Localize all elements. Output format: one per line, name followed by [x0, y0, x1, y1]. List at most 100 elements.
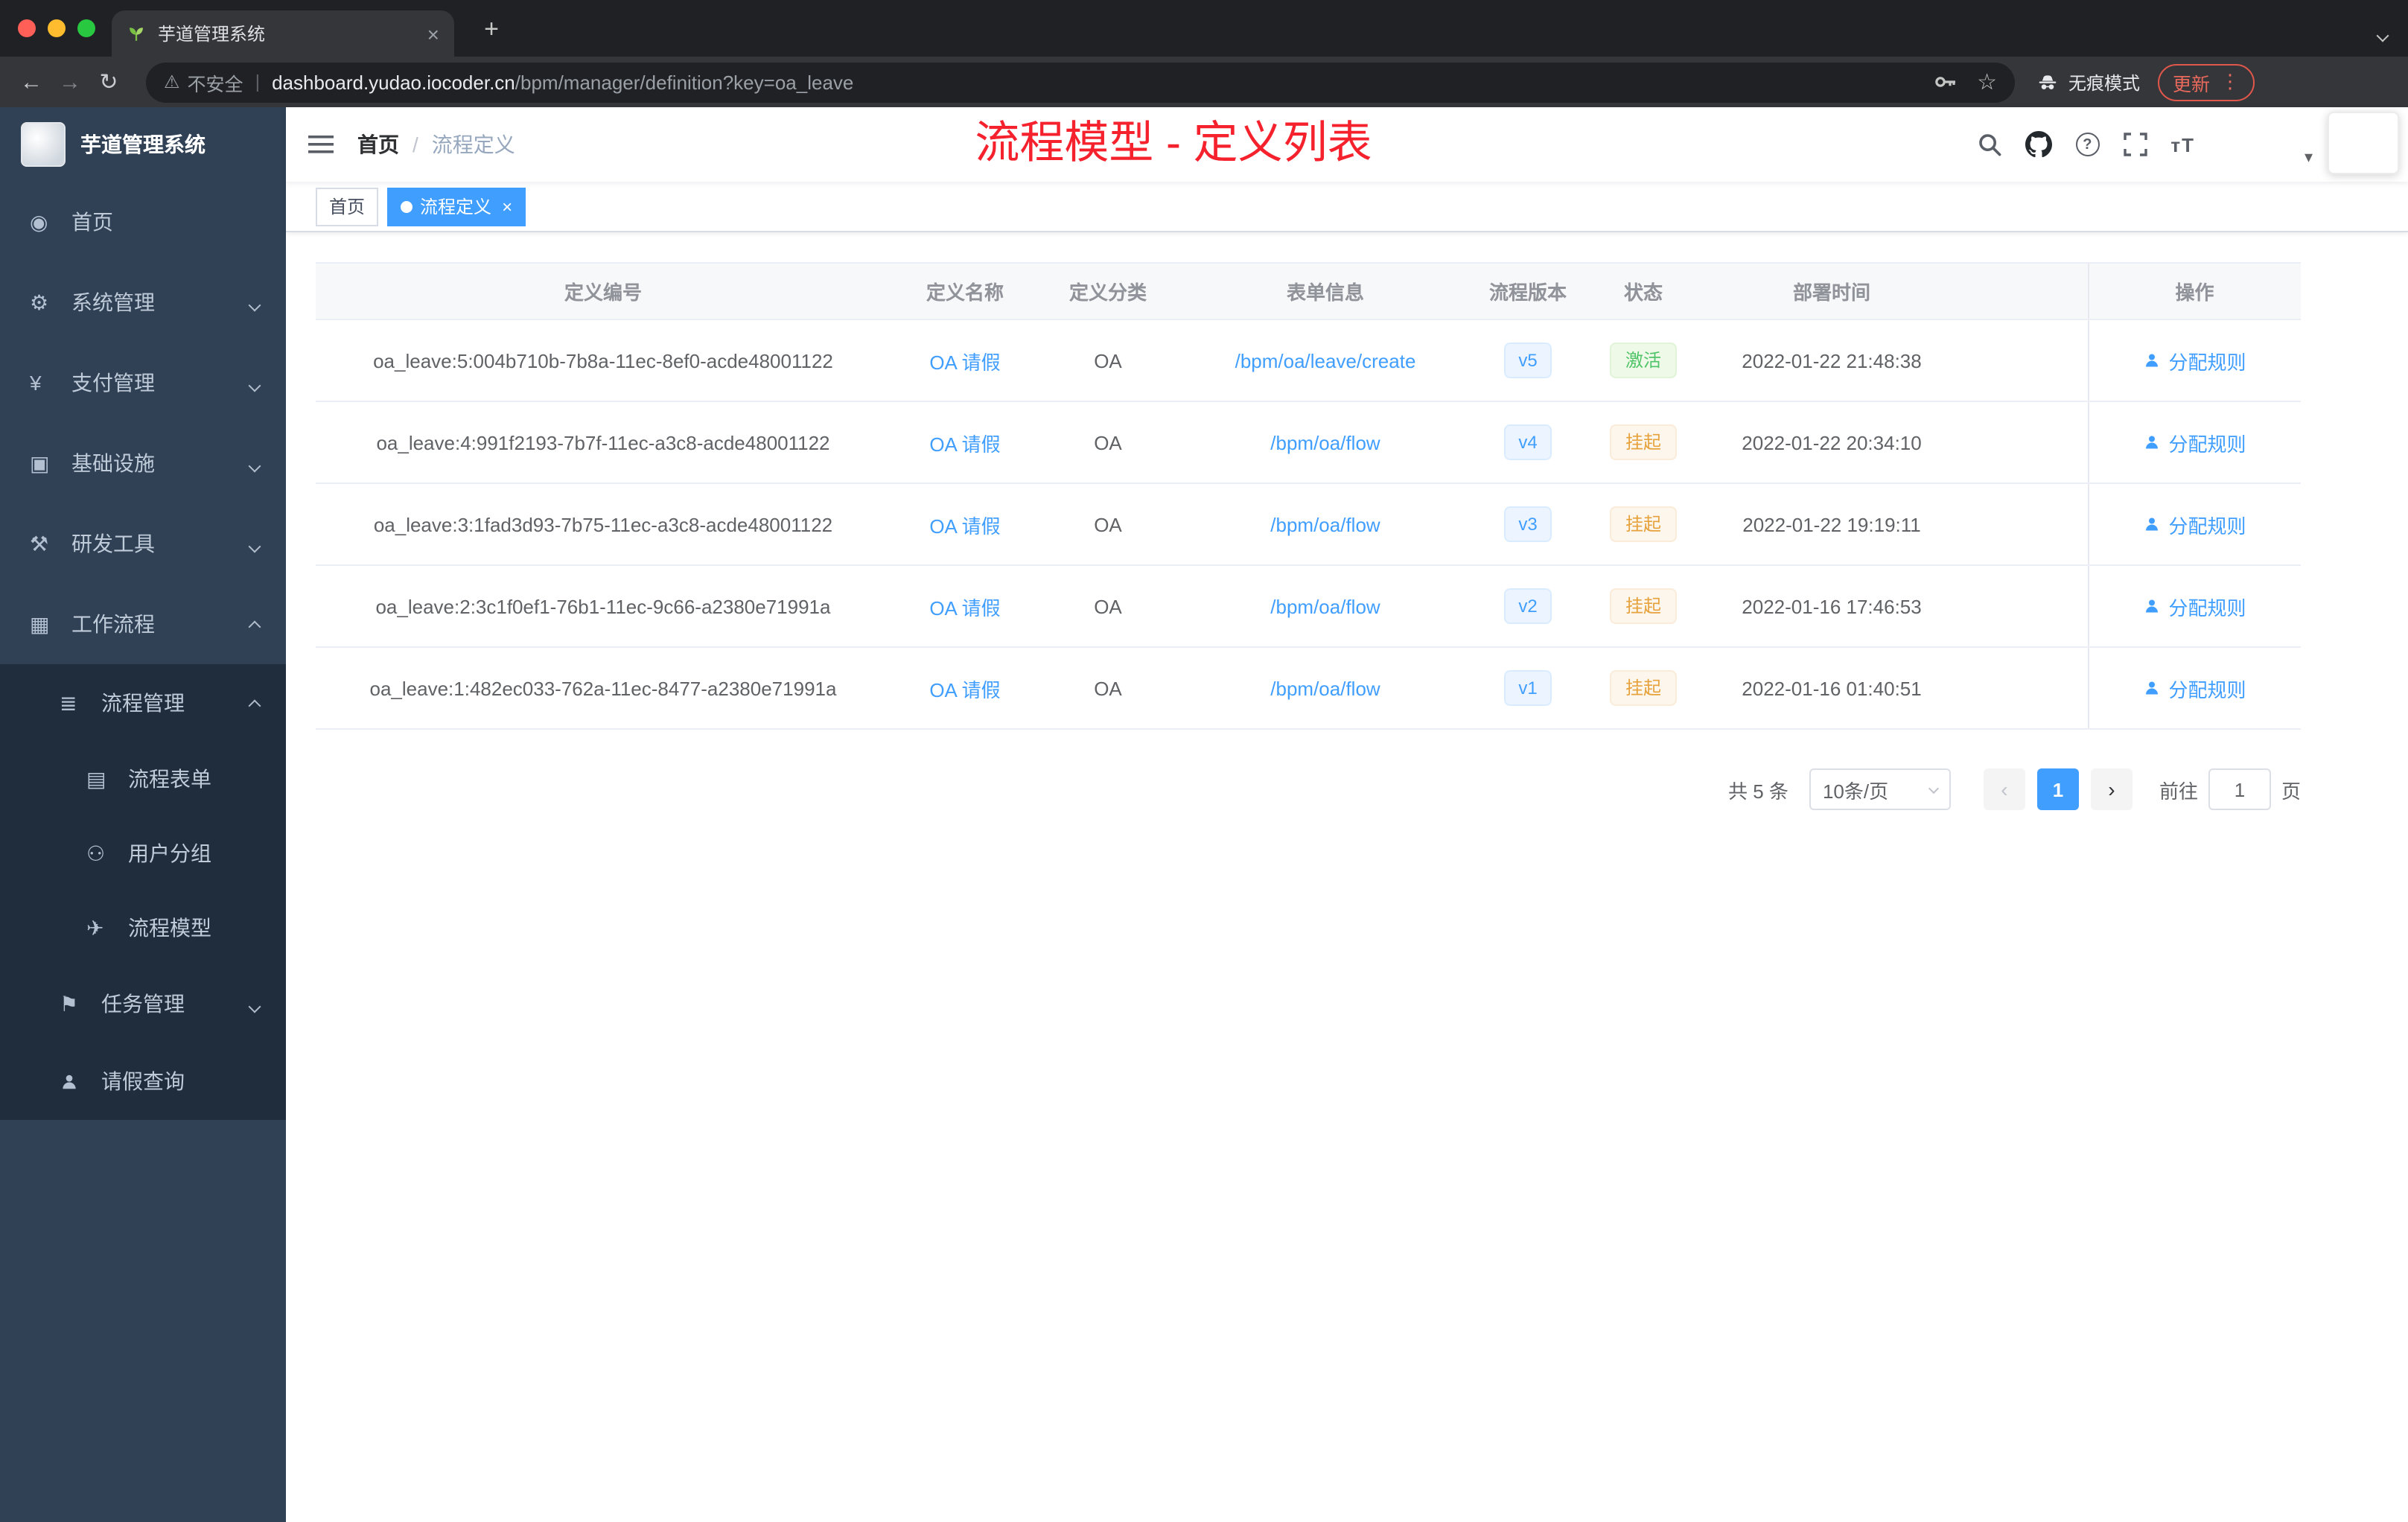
page-number-button[interactable]: 1 [2036, 768, 2079, 810]
fullscreen-icon[interactable] [2123, 133, 2147, 156]
window-controls[interactable] [18, 19, 95, 37]
sidebar-item-process-form[interactable]: ▤ 流程表单 [0, 742, 286, 816]
browser-toolbar: ← → ↻ ⚠ 不安全 | dashboard.yudao.iocoder.cn… [0, 57, 2408, 107]
form-link[interactable]: /bpm/oa/flow [1270, 677, 1380, 699]
address-bar[interactable]: ⚠ 不安全 | dashboard.yudao.iocoder.cn/bpm/m… [146, 62, 2015, 102]
url-host: dashboard.yudao.iocoder.cn [272, 71, 515, 93]
definition-name-link[interactable]: OA 请假 [929, 433, 1000, 455]
pagination: 共 5 条 10条/页 ‹ 1 › 前往 页 [316, 768, 2301, 810]
person-icon [2146, 436, 2159, 449]
sidebar-item-user-group[interactable]: ⚇ 用户分组 [0, 816, 286, 891]
tag-close-icon[interactable]: × [502, 196, 512, 217]
column-header: 部署时间 [1705, 262, 1958, 320]
sidebar-item-task-manage[interactable]: ⚑ 任务管理 [0, 965, 286, 1042]
update-label: 更新 [2173, 74, 2211, 95]
logo-avatar [21, 122, 66, 167]
definition-name-link[interactable]: OA 请假 [929, 596, 1000, 619]
assign-rule-button[interactable]: 分配规则 [2143, 674, 2246, 702]
sidebar-item-process-manage[interactable]: ≣ 流程管理 [0, 664, 286, 742]
form-link[interactable]: /bpm/oa/flow [1270, 431, 1380, 453]
sidebar-item-home[interactable]: ◉ 首页 [0, 182, 286, 262]
cell-definition-id: oa_leave:1:482ec033-762a-11ec-8477-a2380… [316, 647, 891, 730]
goto-page-input[interactable] [2208, 768, 2271, 810]
prev-page-button[interactable]: ‹ [1983, 768, 2025, 810]
active-tag-dot [401, 200, 413, 212]
tag-home[interactable]: 首页 [316, 187, 379, 226]
close-window-button[interactable] [18, 19, 36, 37]
sidebar-item-devtools[interactable]: ⚒ 研发工具 [0, 503, 286, 584]
goto-unit-label: 页 [2281, 780, 2301, 802]
key-icon[interactable] [1932, 70, 1956, 94]
chevron-down-icon [248, 290, 261, 314]
cell-deploy-time: 2022-01-22 19:19:11 [1705, 483, 1958, 566]
column-header: 定义编号 [316, 262, 891, 320]
definition-name-link[interactable]: OA 请假 [929, 678, 1000, 701]
version-badge: v5 [1503, 343, 1552, 378]
forward-icon[interactable]: → [51, 69, 89, 95]
status-badge: 挂起 [1610, 506, 1676, 542]
sidebar-logo[interactable]: 芋道管理系统 [0, 107, 286, 182]
browser-menu-icon[interactable]: ⋮ [2220, 70, 2240, 94]
avatar[interactable] [2328, 112, 2399, 174]
assign-rule-button[interactable]: 分配规则 [2143, 346, 2246, 375]
chevron-down-icon [248, 371, 261, 395]
definition-name-link[interactable]: OA 请假 [929, 351, 1000, 373]
assign-rule-button[interactable]: 分配规则 [2143, 428, 2246, 456]
breadcrumb-separator: / [413, 133, 418, 156]
sidebar-item-workflow[interactable]: ▦ 工作流程 [0, 584, 286, 664]
sidebar-item-label: 流程表单 [128, 767, 211, 791]
tag-process-definition[interactable]: 流程定义 × [387, 187, 526, 226]
sidebar-item-infrastructure[interactable]: ▣ 基础设施 [0, 423, 286, 503]
process-form-icon: ▤ [86, 766, 106, 790]
version-badge: v3 [1503, 506, 1552, 542]
tab-search-icon[interactable] [2376, 21, 2389, 48]
sidebar-item-label: 系统管理 [71, 290, 155, 314]
version-badge: v4 [1503, 424, 1552, 460]
search-icon[interactable] [1977, 133, 2001, 156]
form-link[interactable]: /bpm/oa/flow [1270, 513, 1380, 535]
browser-tab[interactable]: 芋道管理系统 × [112, 10, 454, 57]
sidebar-item-label: 支付管理 [71, 371, 155, 395]
sidebar-item-payment[interactable]: ¥ 支付管理 [0, 343, 286, 423]
sidebar-item-label: 研发工具 [71, 532, 155, 555]
minimize-window-button[interactable] [48, 19, 66, 37]
assign-rule-button[interactable]: 分配规则 [2143, 592, 2246, 620]
main-area: 首页 / 流程定义 流程模型 - 定义列表 ? тT ▾ 首页 流程定义 × 定… [286, 107, 2408, 1522]
back-icon[interactable]: ← [12, 69, 51, 95]
tools-icon: ⚒ [30, 531, 49, 555]
person-icon [2146, 518, 2159, 531]
bookmark-star-icon[interactable]: ☆ [1977, 69, 1997, 95]
sidebar-item-process-model[interactable]: ✈ 流程模型 [0, 891, 286, 965]
next-page-button[interactable]: › [2090, 768, 2133, 810]
breadcrumb-home[interactable]: 首页 [357, 130, 399, 159]
sidebar-item-label: 流程模型 [128, 916, 211, 940]
person-icon [2146, 599, 2159, 613]
page-size-select[interactable]: 10条/页 [1809, 768, 1951, 810]
form-link[interactable]: /bpm/oa/flow [1270, 595, 1380, 617]
person-icon [2146, 681, 2159, 695]
column-header-spacer [1958, 262, 2088, 320]
zoom-window-button[interactable] [77, 19, 95, 37]
github-icon[interactable] [2025, 131, 2052, 158]
font-size-icon[interactable]: тT [2170, 133, 2195, 156]
form-link[interactable]: /bpm/oa/leave/create [1235, 349, 1416, 372]
sidebar: 芋道管理系统 ◉ 首页 ⚙ 系统管理 ¥ 支付管理 ▣ 基础设施 ⚒ 研发工具 … [0, 107, 286, 1522]
browser-tab-strip: 芋道管理系统 × + [0, 0, 2408, 57]
app-title: 芋道管理系统 [80, 133, 206, 156]
avatar-caret-icon[interactable]: ▾ [2305, 147, 2313, 167]
new-tab-button[interactable]: + [474, 12, 509, 48]
help-icon[interactable]: ? [2075, 133, 2100, 156]
sidebar-item-system[interactable]: ⚙ 系统管理 [0, 262, 286, 343]
sidebar-item-leave-query[interactable]: 请假查询 [0, 1042, 286, 1120]
top-navbar: 首页 / 流程定义 流程模型 - 定义列表 ? тT ▾ [286, 107, 2408, 182]
workflow-icon: ▦ [30, 611, 50, 635]
definition-name-link[interactable]: OA 请假 [929, 515, 1000, 537]
browser-update-button[interactable]: 更新 ⋮ [2158, 63, 2255, 101]
hamburger-icon[interactable] [308, 133, 334, 156]
sidebar-item-label: 首页 [71, 210, 113, 234]
assign-rule-button[interactable]: 分配规则 [2143, 510, 2246, 538]
security-label[interactable]: 不安全 [188, 68, 243, 96]
reload-icon[interactable]: ↻ [89, 69, 128, 95]
gear-icon: ⚙ [30, 290, 49, 313]
tab-close-icon[interactable]: × [427, 23, 439, 44]
